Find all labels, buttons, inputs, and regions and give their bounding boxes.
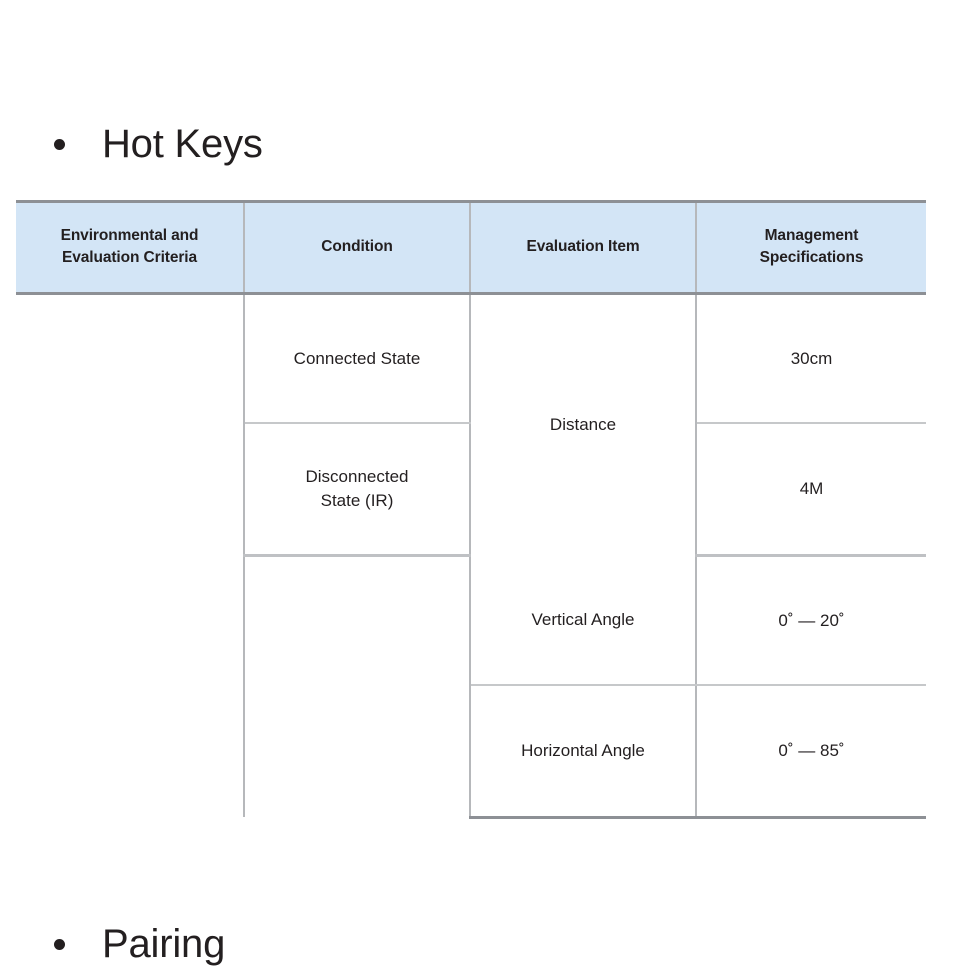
cell-management-spec-30cm-label: 30cm <box>790 348 833 368</box>
section-heading-hot-keys: Hot Keys <box>54 124 263 164</box>
cell-criteria-group-2 <box>16 555 245 818</box>
section-heading-label: Hot Keys <box>102 122 263 166</box>
cell-evaluation-item-horizontal-angle-label: Horizontal Angle <box>521 741 645 761</box>
section-heading-pairing: Pairing <box>54 924 225 964</box>
cell-evaluation-item-horizontal-angle: Horizontal Angle <box>470 685 697 819</box>
column-header-criteria-line1: Environmental and <box>60 227 199 244</box>
cell-evaluation-item-distance-label: Distance <box>549 415 617 435</box>
bullet-point-icon <box>54 138 65 150</box>
cell-management-spec-30cm: 30cm <box>696 293 926 425</box>
column-header-evaluation-item-label: Evaluation Item <box>526 238 640 256</box>
column-header-criteria-line2: Evaluation Criteria <box>61 249 198 267</box>
cell-management-spec-horizontal-angle-label: 0˚ — 85˚ <box>778 741 845 761</box>
cell-condition-connected-label: Connected State <box>293 348 421 368</box>
evaluation-criteria-table: Environmental and Evaluation Criteria Co… <box>16 200 926 819</box>
cell-condition-disconnected-line2: State (IR) <box>320 491 394 511</box>
table-header-row: Environmental and Evaluation Criteria Co… <box>16 200 926 295</box>
spec-table-container: Environmental and Evaluation Criteria Co… <box>16 200 926 819</box>
cell-condition-disconnected: Disconnected State (IR) <box>244 423 471 557</box>
bullet-point-icon <box>54 938 65 950</box>
cell-management-spec-4m: 4M <box>696 423 926 557</box>
column-header-condition: Condition <box>244 200 471 295</box>
column-header-evaluation-item: Evaluation Item <box>470 200 697 295</box>
column-header-management-line1: Management <box>764 227 859 244</box>
cell-condition-disconnected-line1: Disconnected <box>305 467 409 487</box>
cell-management-spec-horizontal-angle: 0˚ — 85˚ <box>696 685 926 819</box>
section-heading-label: Pairing <box>102 922 226 966</box>
cell-condition-group-2 <box>244 555 471 818</box>
cell-management-spec-vertical-angle-label: 0˚ — 20˚ <box>778 610 845 630</box>
table-header: Environmental and Evaluation Criteria Co… <box>16 200 926 295</box>
column-header-management-specifications: Management Specifications <box>696 200 926 295</box>
cell-criteria-group-1 <box>16 293 245 556</box>
cell-condition-connected: Connected State <box>244 293 471 425</box>
cell-evaluation-item-vertical-angle-label: Vertical Angle <box>531 610 635 630</box>
cell-management-spec-vertical-angle: 0˚ — 20˚ <box>696 555 926 687</box>
cell-management-spec-4m-label: 4M <box>799 479 824 499</box>
column-header-condition-label: Condition <box>321 238 393 256</box>
column-header-criteria: Environmental and Evaluation Criteria <box>16 200 245 295</box>
cell-evaluation-item-distance: Distance <box>470 293 697 556</box>
table-row: Connected State Distance 30cm <box>16 293 926 556</box>
cell-evaluation-item-vertical-angle: Vertical Angle <box>470 555 697 687</box>
column-header-management-line2: Specifications <box>759 249 864 267</box>
table-row: Vertical Angle 0˚ — 20˚ <box>16 555 926 818</box>
table-body: Connected State Distance 30cm Disconnect… <box>16 293 926 819</box>
